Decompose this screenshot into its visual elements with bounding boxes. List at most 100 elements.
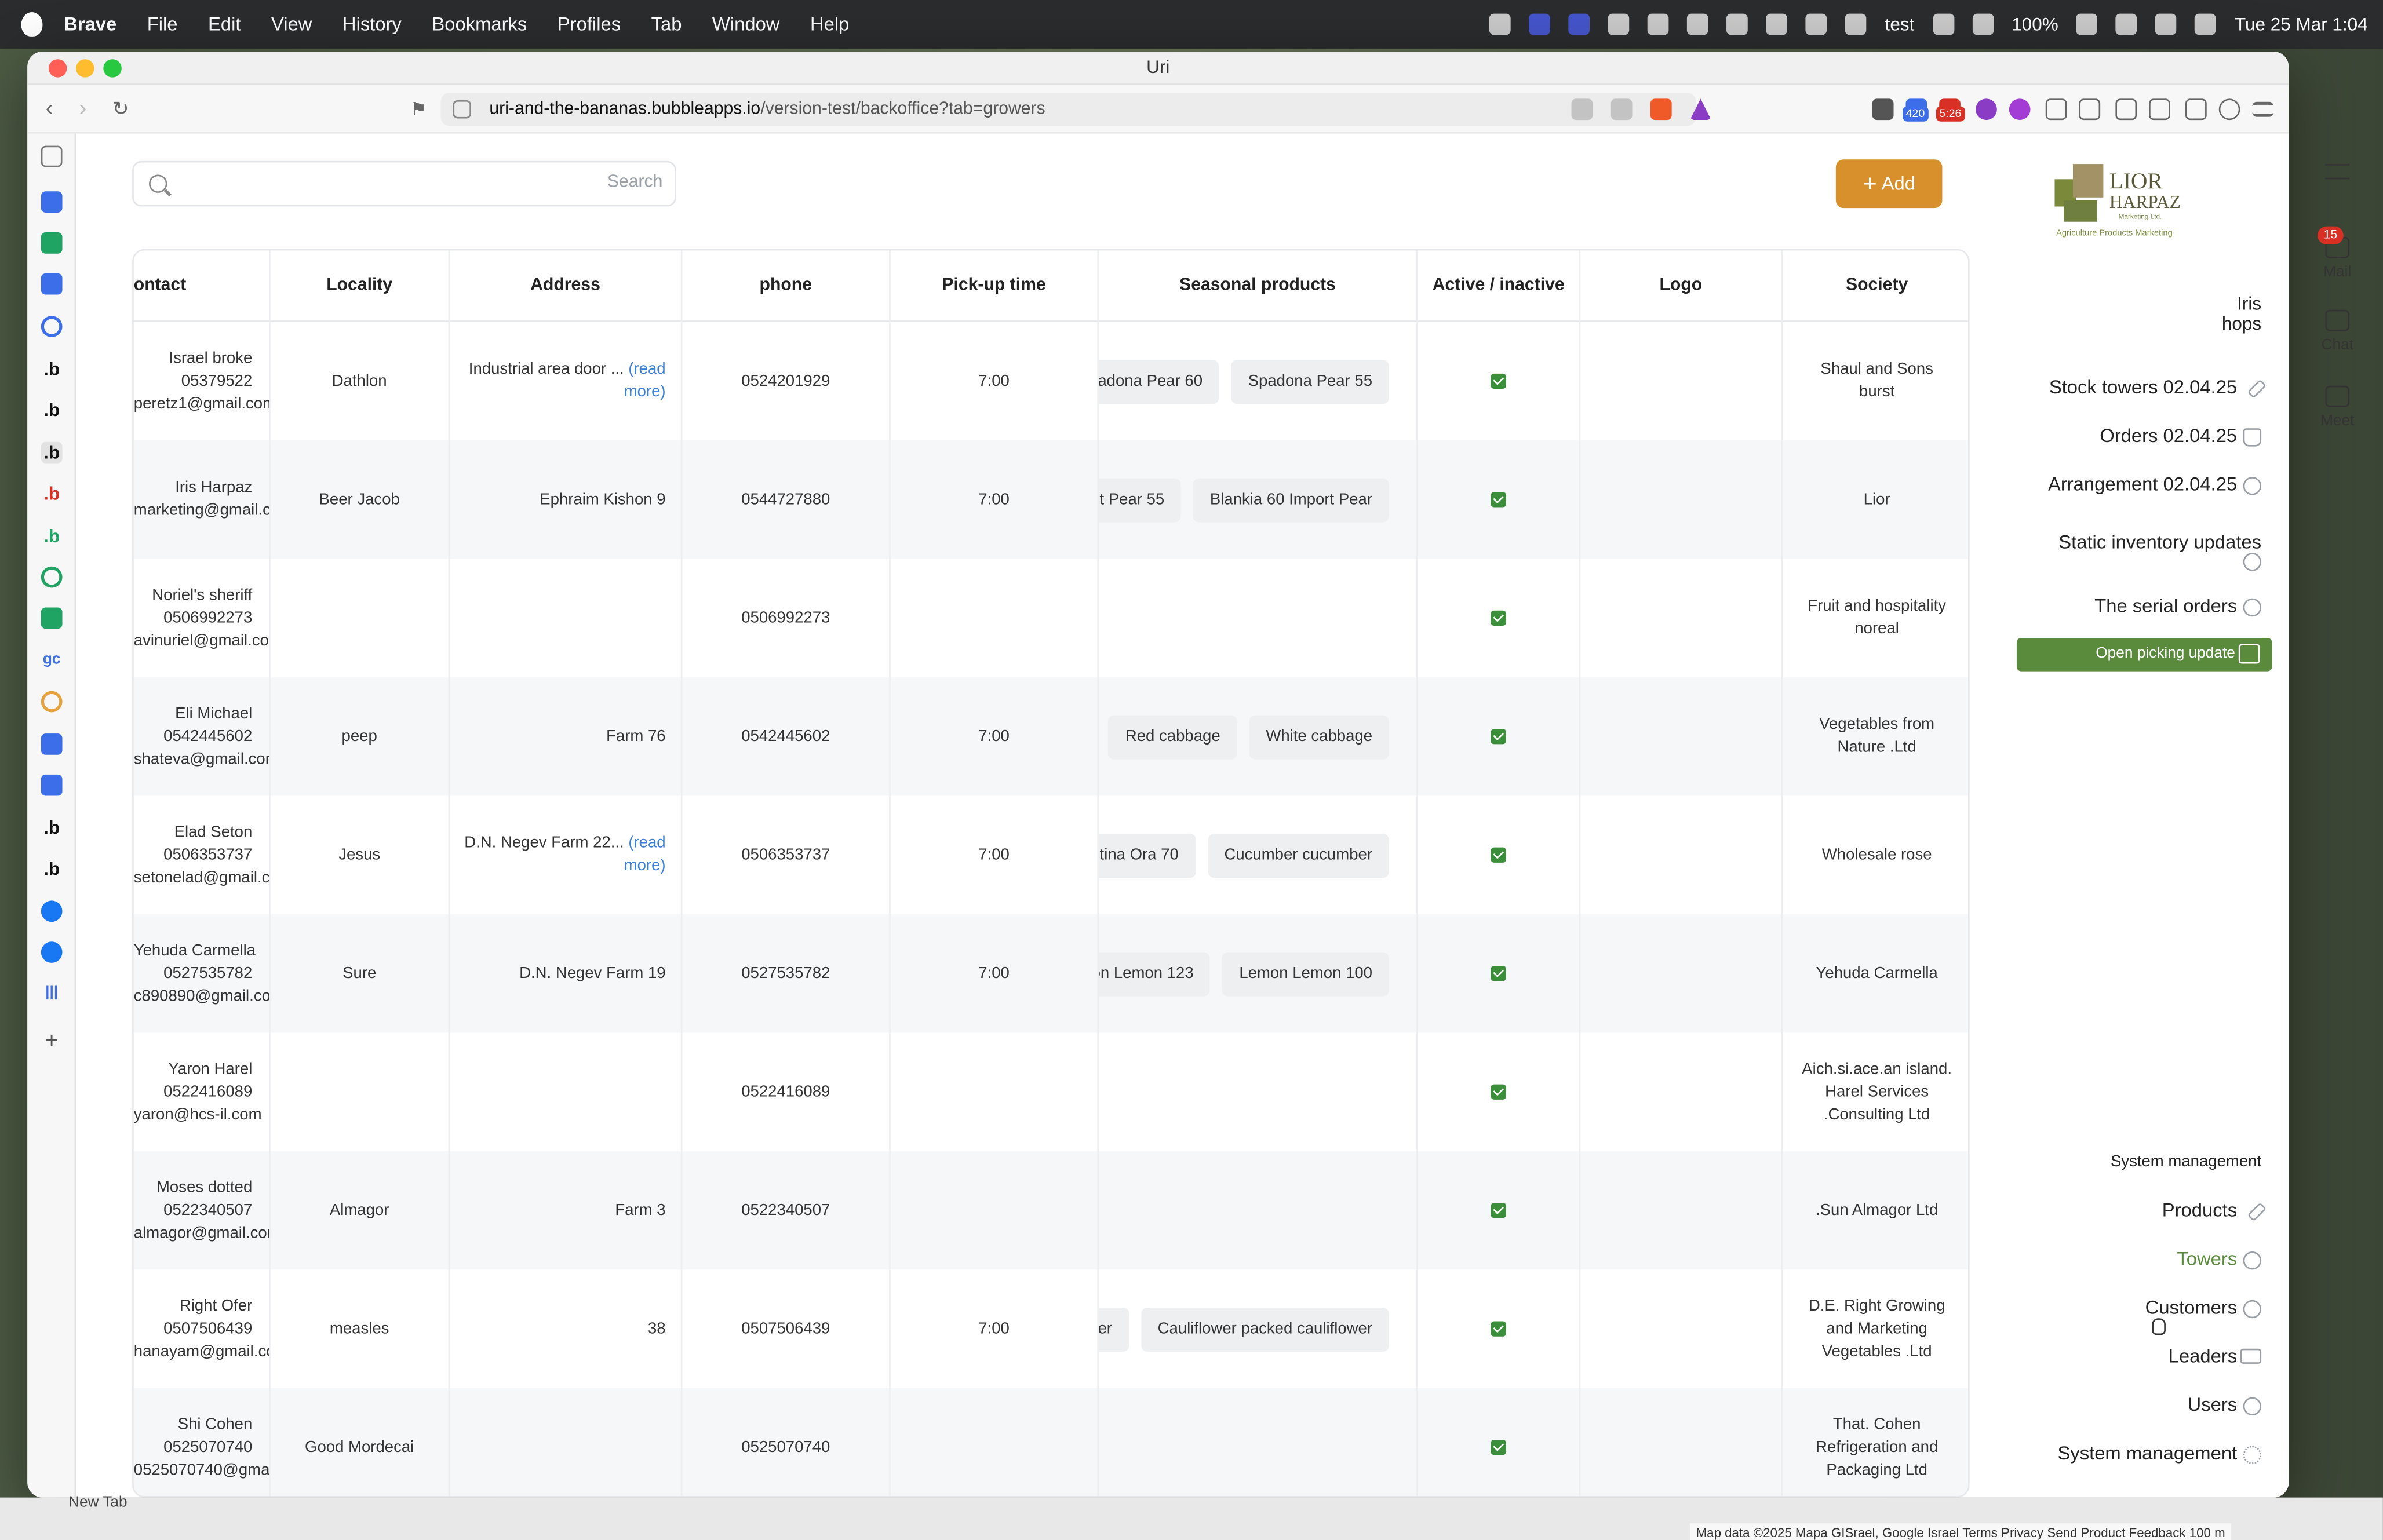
globe-icon[interactable]: [41, 316, 63, 337]
bubble-icon[interactable]: .b: [41, 441, 63, 464]
col-header-society[interactable]: Society: [1783, 251, 1968, 322]
col-header-pickup-time[interactable]: Pick-up time: [891, 250, 1099, 322]
share-icon[interactable]: [1610, 98, 1633, 121]
active-checkbox[interactable]: [1491, 1321, 1506, 1337]
spotlight-search-icon[interactable]: [2155, 13, 2177, 35]
active-checkbox[interactable]: [1491, 492, 1506, 508]
nav-towers[interactable]: Towers: [2177, 1249, 2237, 1270]
screen-share-icon[interactable]: [1569, 13, 1590, 35]
col-header-phone[interactable]: phone: [682, 250, 891, 322]
nav-users[interactable]: Users: [2188, 1394, 2238, 1415]
col-header-locality[interactable]: Locality: [271, 250, 450, 322]
site-settings-icon[interactable]: [453, 100, 471, 119]
table-row[interactable]: Israel broke 05379522 peretz1@gmail.com Dat…: [134, 322, 1968, 441]
menu-bookmarks[interactable]: Bookmarks: [432, 14, 527, 35]
nav-stock-towers[interactable]: Stock towers 02.04.25: [2049, 377, 2237, 398]
product-chip[interactable]: Import Pear 55: [1098, 477, 1182, 522]
product-chip[interactable]: Lemon Lemon 123: [1098, 951, 1211, 996]
forward-icon[interactable]: ›: [79, 96, 86, 122]
product-chip[interactable]: Spadona Pear 55: [1231, 359, 1389, 403]
active-checkbox[interactable]: [1491, 1203, 1506, 1218]
product-chip[interactable]: Lemon Lemon 100: [1222, 951, 1389, 996]
battery-icon[interactable]: [2076, 13, 2098, 35]
status-user[interactable]: test: [1885, 14, 1915, 35]
active-checkbox[interactable]: [1491, 610, 1506, 626]
menu-edit[interactable]: Edit: [208, 14, 241, 35]
facebook-icon[interactable]: [41, 900, 63, 922]
company-logo[interactable]: LIOR HARPAZ Marketing Ltd. Agriculture P…: [2052, 155, 2203, 243]
active-checkbox[interactable]: [1491, 373, 1506, 389]
menu-view[interactable]: View: [271, 14, 312, 35]
table-row[interactable]: Noriel's sheriff 0506992273 avinuriel@gmai…: [134, 559, 1968, 678]
google-icon[interactable]: gc: [41, 650, 63, 672]
address-bar[interactable]: uri-and-the-bananas.bubbleapps.io/versio…: [440, 92, 1711, 126]
col-header-logo[interactable]: Logo: [1580, 250, 1783, 322]
product-chip[interactable]: Cauliflower: [1098, 1307, 1129, 1351]
facebook-icon[interactable]: [41, 941, 63, 963]
table-row[interactable]: Eli Michael 0542445602 shateva@gmail.com pe…: [133, 677, 1969, 796]
active-checkbox[interactable]: [1491, 966, 1506, 981]
reload-icon[interactable]: ↻: [112, 97, 129, 122]
extension-icon[interactable]: [1976, 98, 1997, 121]
table-row[interactable]: Yaron Harel 0522416089 yaron@hcs-il.com 052…: [134, 1032, 1968, 1151]
menu-tab[interactable]: Tab: [651, 14, 682, 35]
zoom-icon[interactable]: [1529, 13, 1551, 35]
bubble-icon[interactable]: .b: [41, 483, 63, 505]
active-checkbox[interactable]: [1491, 729, 1506, 745]
search-input[interactable]: Search: [132, 160, 676, 207]
nav-system-management[interactable]: System management: [2057, 1443, 2237, 1464]
hamburger-menu-icon[interactable]: [2325, 164, 2350, 180]
status-app-icon[interactable]: [1687, 13, 1709, 35]
nav-arrangement[interactable]: Arrangement 02.04.25: [2048, 474, 2237, 495]
docs-icon[interactable]: [41, 733, 63, 755]
wallet-icon[interactable]: [2149, 98, 2170, 121]
extension-icon[interactable]: [2009, 98, 2031, 121]
col-header-contact[interactable]: ontact: [134, 250, 271, 322]
table-row[interactable]: Yehuda Carmella 0527535782 c890890@gmail.c…: [133, 914, 1969, 1033]
active-checkbox[interactable]: [1491, 1084, 1506, 1100]
active-checkbox[interactable]: [1491, 847, 1506, 863]
download-icon[interactable]: [2079, 98, 2101, 121]
control-center-icon[interactable]: [2195, 13, 2217, 35]
product-chip[interactable]: Valentina Ora 70: [1098, 833, 1196, 877]
menu-icon[interactable]: [2252, 101, 2274, 117]
nav-customers[interactable]: Customers: [2145, 1297, 2237, 1319]
product-chip[interactable]: Red cabbage: [1108, 714, 1237, 759]
table-row[interactable]: Shi Cohen 0525070740 0525070740@gmail.comG…: [133, 1388, 1969, 1496]
col-header-seasonal-products[interactable]: Seasonal products: [1099, 250, 1418, 322]
table-row[interactable]: Iris Harpaz marketing@gmail.comBeer Jacob…: [133, 440, 1969, 559]
globe-icon[interactable]: [41, 566, 63, 588]
product-chip[interactable]: Cucumber cucumber: [1207, 833, 1389, 877]
wifi-icon[interactable]: [2116, 13, 2138, 35]
shield-icon[interactable]: [1726, 13, 1748, 35]
bubble-icon[interactable]: .b: [41, 526, 63, 547]
sheets-icon[interactable]: [41, 607, 63, 629]
meet-app[interactable]: Meet: [2292, 385, 2383, 430]
product-chip[interactable]: Spadona Pear 60: [1098, 359, 1219, 403]
col-header-address[interactable]: Address: [450, 250, 683, 322]
menu-history[interactable]: History: [342, 14, 402, 35]
nav-serial-orders[interactable]: The serial orders: [2094, 596, 2237, 617]
menu-window[interactable]: Window: [712, 14, 780, 35]
bubble-icon[interactable]: .b: [41, 359, 63, 380]
current-user[interactable]: Iris hops: [2222, 294, 2261, 334]
table-row[interactable]: Elad Seton 0506353737 setonelad@gmail.comJ…: [134, 795, 1968, 915]
chrome-icon[interactable]: [41, 691, 63, 713]
product-chip[interactable]: Cauliflower packed cauliflower: [1141, 1307, 1389, 1351]
read-more-link[interactable]: (read more): [624, 360, 666, 401]
back-icon[interactable]: ‹: [46, 96, 53, 122]
vpn-icon[interactable]: [2218, 98, 2240, 121]
url-text[interactable]: uri-and-the-bananas.bubbleapps.io/versio…: [489, 93, 1045, 126]
docs-icon[interactable]: [41, 191, 63, 213]
apple-icon[interactable]: [21, 12, 43, 37]
keyboard-input-icon[interactable]: [1972, 13, 1994, 35]
menu-file[interactable]: File: [147, 14, 178, 35]
table-row[interactable]: Moses dotted 0522340507 almagor@gmail.com A…: [133, 1151, 1969, 1270]
docs-icon[interactable]: [41, 774, 63, 796]
read-more-link[interactable]: (read more): [624, 834, 666, 875]
menu-app-name[interactable]: Brave: [64, 14, 116, 35]
extension-icon[interactable]: [1872, 98, 1894, 121]
brave-shields-icon[interactable]: [1650, 98, 1672, 121]
new-tab[interactable]: New Tab: [68, 1494, 127, 1511]
nav-products[interactable]: Products: [2162, 1200, 2237, 1221]
